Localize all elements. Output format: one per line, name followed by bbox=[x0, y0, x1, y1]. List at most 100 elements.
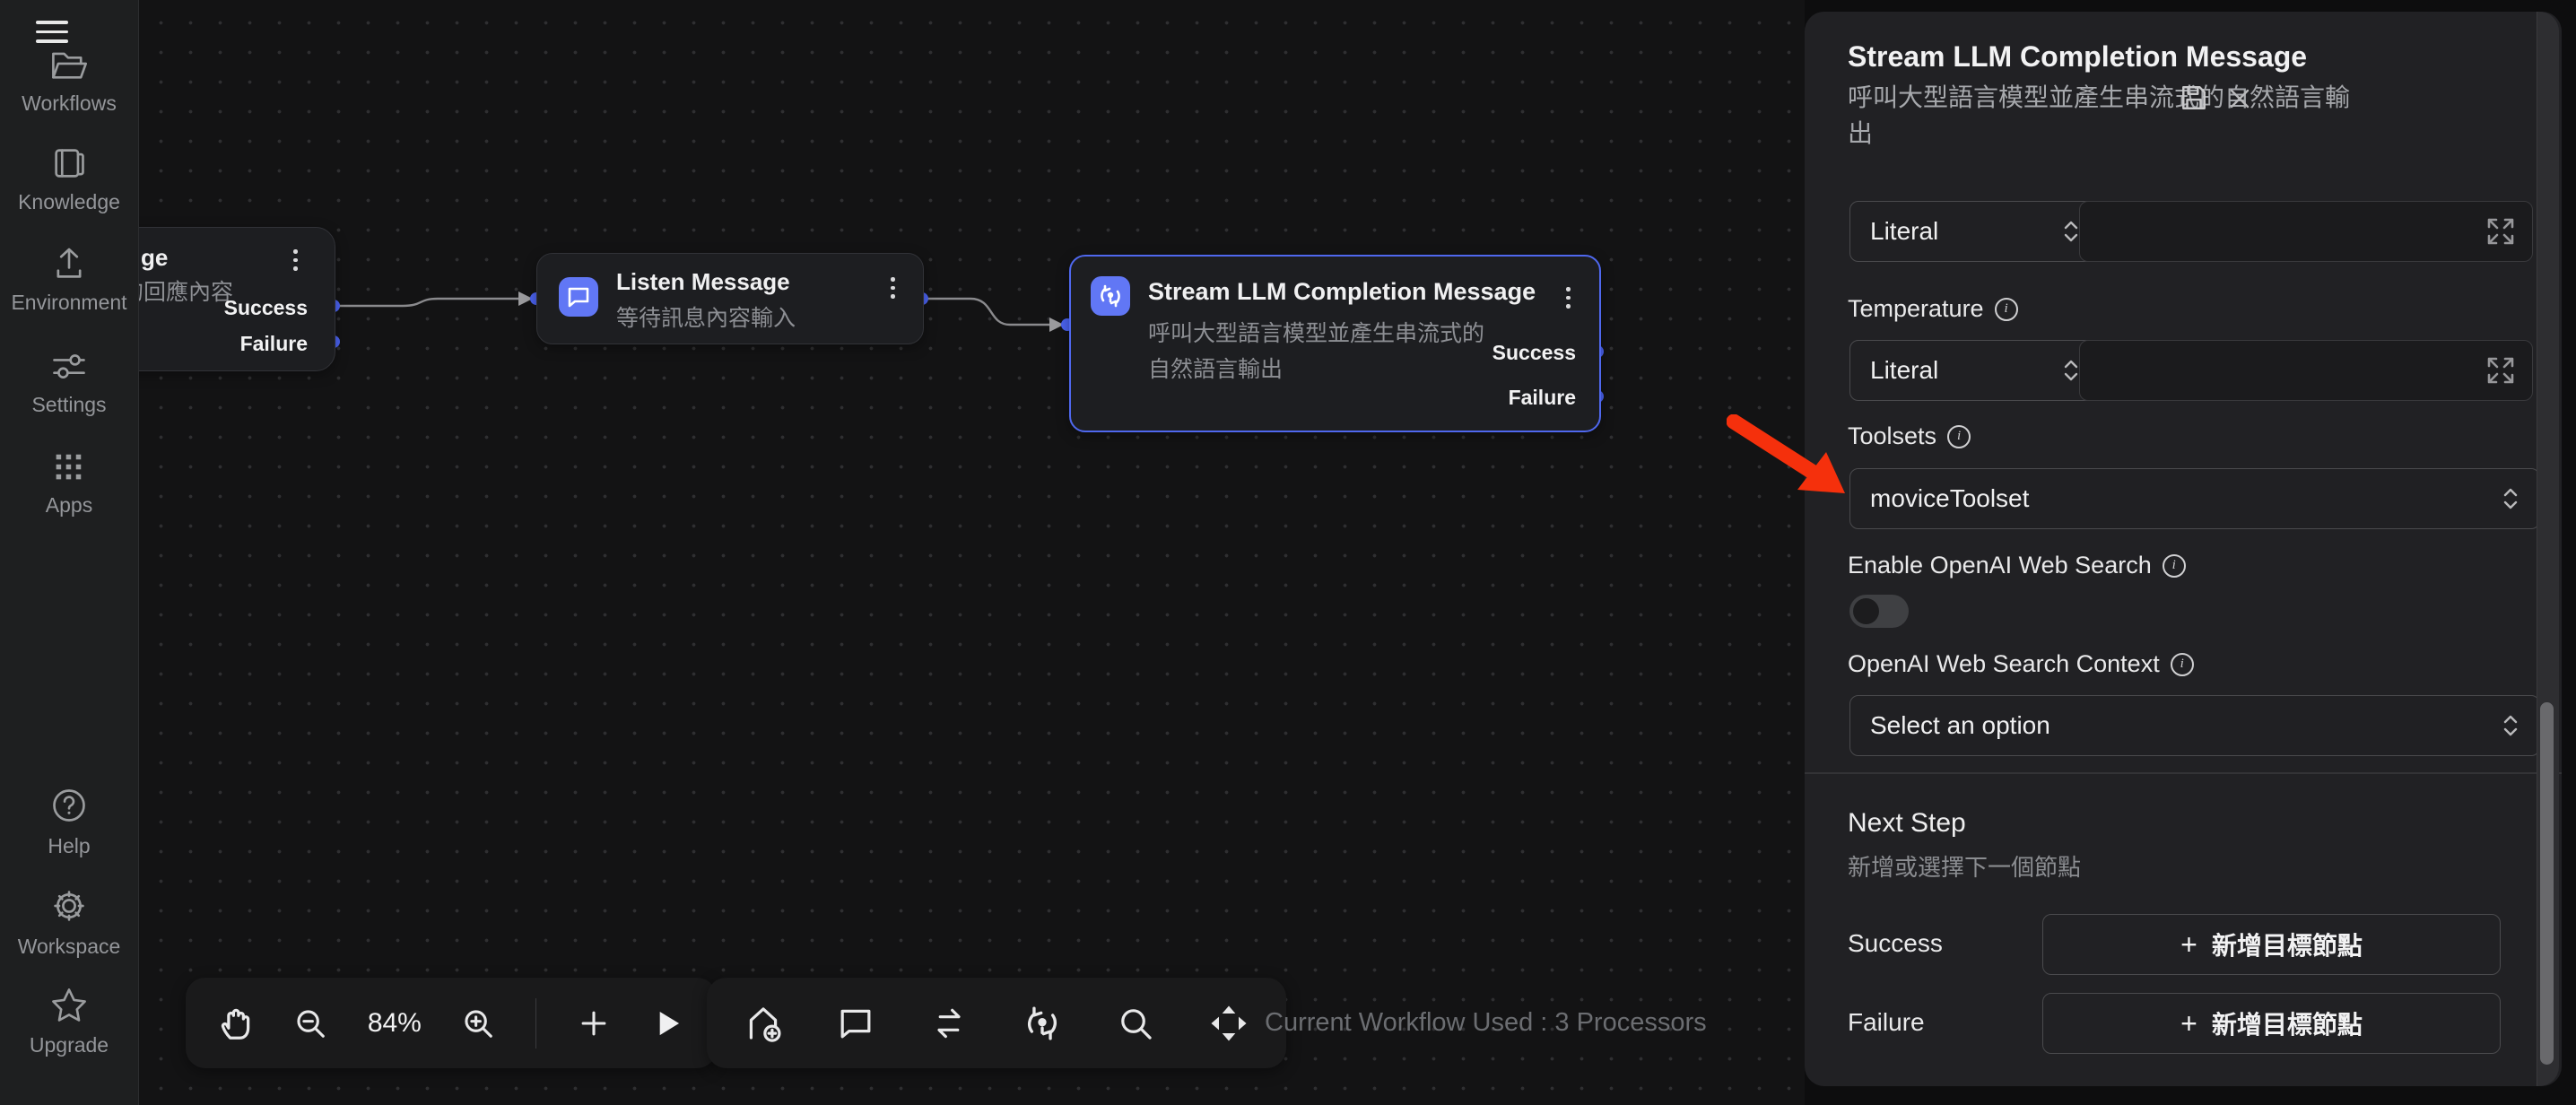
add-success-target-button[interactable]: + 新增目標節點 bbox=[2042, 914, 2501, 975]
param1-value-input[interactable] bbox=[2079, 201, 2533, 262]
sidebar-item-settings[interactable]: Settings bbox=[0, 348, 138, 417]
add-target-label: 新增目標節點 bbox=[2212, 927, 2363, 962]
success-row-label: Success bbox=[1848, 929, 1943, 958]
info-icon[interactable]: i bbox=[1947, 425, 1971, 448]
workflow-usage-status: Current Workflow Used : 3 Processors bbox=[1265, 1008, 1707, 1038]
web-search-toggle[interactable] bbox=[1849, 595, 1909, 628]
workflow-edges bbox=[138, 0, 1805, 1105]
panel-title: Stream LLM Completion Message bbox=[1848, 40, 2307, 74]
sidebar-item-label: Workspace bbox=[18, 935, 121, 959]
app-sidebar: Workflows Knowledge Environment Settings… bbox=[0, 0, 139, 1105]
apps-grid-icon bbox=[50, 448, 88, 484]
node-title: Stream LLM Completion Message bbox=[1148, 278, 1536, 306]
section-divider bbox=[1805, 772, 2562, 774]
temperature-value-input[interactable] bbox=[2079, 340, 2533, 401]
node-palette-toolbar bbox=[707, 978, 1286, 1068]
sidebar-item-label: Settings bbox=[31, 393, 106, 417]
upload-icon bbox=[50, 246, 88, 282]
zoom-in-icon[interactable] bbox=[461, 1006, 495, 1040]
node-menu-icon[interactable] bbox=[290, 246, 301, 274]
info-icon[interactable]: i bbox=[1995, 298, 2018, 321]
sidebar-item-label: Help bbox=[48, 834, 90, 858]
web-search-label: Enable OpenAI Web Search i bbox=[1848, 552, 2186, 579]
star-icon bbox=[49, 987, 89, 1024]
sidebar-item-label: Workflows bbox=[22, 91, 117, 116]
pan-hand-icon[interactable] bbox=[218, 1005, 254, 1041]
question-circle-icon bbox=[49, 786, 89, 825]
sliders-icon bbox=[49, 348, 89, 384]
close-icon[interactable] bbox=[2228, 87, 2251, 115]
panel-scrollbar-thumb[interactable] bbox=[2540, 702, 2554, 1065]
chevron-updown-icon bbox=[2502, 712, 2519, 739]
search-icon[interactable] bbox=[1117, 1005, 1154, 1042]
select-placeholder: Select an option bbox=[1870, 711, 2050, 740]
zoom-out-icon[interactable] bbox=[293, 1006, 327, 1040]
select-value: Literal bbox=[1870, 356, 1938, 385]
panel-subtitle-line2: 出 bbox=[1848, 116, 1873, 152]
chevron-updown-icon bbox=[2062, 218, 2080, 245]
add-trigger-home-icon[interactable] bbox=[744, 1005, 782, 1042]
node-subtitle-line2: 自然語言輸出 bbox=[1148, 352, 1283, 384]
gear-icon bbox=[49, 886, 89, 926]
node-config-panel: Stream LLM Completion Message 呼叫大型語言模型並產… bbox=[1805, 12, 2562, 1086]
sidebar-item-workflows[interactable]: Workflows bbox=[0, 47, 138, 116]
move-dpad-icon[interactable] bbox=[1209, 1004, 1249, 1043]
node-title: Listen Message bbox=[616, 268, 790, 296]
expand-icon bbox=[2485, 216, 2516, 247]
port-label-success: Success bbox=[1493, 341, 1576, 365]
node-menu-icon[interactable] bbox=[887, 274, 899, 302]
node-subtitle-line1: 呼叫大型語言模型並產生串流式的 bbox=[1148, 316, 1484, 348]
temperature-type-select[interactable]: Literal bbox=[1849, 340, 2101, 401]
sidebar-item-label: Apps bbox=[46, 493, 92, 518]
panel-subtitle-line1: 呼叫大型語言模型並產生串流式的自然語言輸 bbox=[1848, 80, 2350, 116]
toolbar-divider bbox=[535, 998, 537, 1048]
add-target-label: 新增目標節點 bbox=[2212, 1005, 2363, 1041]
book-icon bbox=[50, 145, 88, 181]
sidebar-item-knowledge[interactable]: Knowledge bbox=[0, 145, 138, 214]
failure-row-label: Failure bbox=[1848, 1008, 1925, 1037]
add-failure-target-button[interactable]: + 新增目標節點 bbox=[2042, 993, 2501, 1054]
llm-node-icon[interactable] bbox=[1023, 1004, 1062, 1043]
info-icon[interactable]: i bbox=[2171, 653, 2194, 676]
plus-icon: + bbox=[2180, 1007, 2197, 1040]
node-listen-message[interactable]: Listen Message 等待訊息內容輸入 bbox=[536, 253, 924, 344]
toggle-knob bbox=[1853, 598, 1879, 624]
info-icon[interactable]: i bbox=[2163, 554, 2186, 578]
node-menu-icon[interactable] bbox=[1562, 283, 1574, 312]
node-stream-llm-completion[interactable]: Stream LLM Completion Message 呼叫大型語言模型並產… bbox=[1069, 255, 1601, 432]
node-partial-message[interactable]: ge 的回應內容 Success Failure bbox=[138, 227, 335, 371]
sidebar-item-workspace[interactable]: Workspace bbox=[0, 886, 138, 959]
param1-type-select[interactable]: Literal bbox=[1849, 201, 2101, 262]
workflow-canvas[interactable]: ge 的回應內容 Success Failure Listen Message … bbox=[138, 0, 1805, 1105]
menu-hamburger-icon[interactable] bbox=[36, 14, 68, 49]
node-subtitle-fragment: 的回應內容 bbox=[138, 274, 233, 307]
web-search-context-select[interactable]: Select an option bbox=[1849, 695, 2540, 756]
sidebar-item-apps[interactable]: Apps bbox=[0, 448, 138, 518]
add-node-icon[interactable] bbox=[577, 1006, 611, 1040]
sidebar-item-label: Upgrade bbox=[30, 1033, 109, 1057]
llm-cycle-icon bbox=[1091, 276, 1130, 316]
port-label-failure: Failure bbox=[1509, 386, 1576, 410]
swap-arrows-icon[interactable] bbox=[929, 1004, 969, 1043]
sidebar-item-label: Environment bbox=[11, 291, 126, 315]
save-icon[interactable] bbox=[2180, 83, 2208, 117]
expand-icon bbox=[2485, 355, 2516, 386]
web-search-context-label: OpenAI Web Search Context i bbox=[1848, 650, 2194, 678]
sidebar-item-environment[interactable]: Environment bbox=[0, 246, 138, 315]
folder-icon bbox=[49, 47, 89, 83]
select-value: moviceToolset bbox=[1870, 484, 2029, 513]
sidebar-item-label: Knowledge bbox=[18, 190, 120, 214]
port-label-failure: Failure bbox=[240, 332, 308, 356]
chat-node-icon[interactable] bbox=[837, 1005, 875, 1042]
chevron-updown-icon bbox=[2502, 485, 2519, 512]
chevron-updown-icon bbox=[2062, 357, 2080, 384]
sidebar-item-help[interactable]: Help bbox=[0, 786, 138, 858]
toolset-select[interactable]: moviceToolset bbox=[1849, 468, 2540, 529]
temperature-label: Temperature i bbox=[1848, 295, 2018, 323]
sidebar-item-upgrade[interactable]: Upgrade bbox=[0, 987, 138, 1057]
toolsets-label: Toolsets i bbox=[1848, 422, 1971, 450]
node-subtitle: 等待訊息內容輸入 bbox=[616, 300, 796, 333]
run-workflow-icon[interactable] bbox=[650, 1006, 684, 1040]
next-step-caption: 新增或選擇下一個節點 bbox=[1848, 849, 2081, 883]
select-value: Literal bbox=[1870, 217, 1938, 246]
